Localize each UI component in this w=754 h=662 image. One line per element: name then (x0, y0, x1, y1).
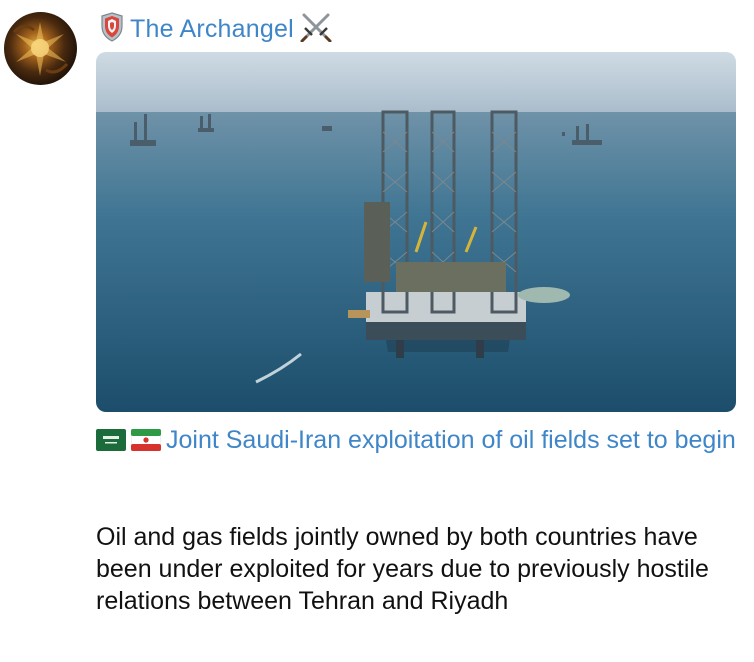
article-headline[interactable]: Joint Saudi-Iran exploitation of oil fie… (96, 424, 736, 460)
saudi-flag-icon (96, 427, 126, 460)
channel-avatar[interactable] (4, 12, 77, 85)
iran-flag-icon (130, 427, 162, 460)
channel-name[interactable]: The Archangel (130, 15, 294, 44)
post-photo[interactable] (96, 52, 736, 412)
post-body-text: Oil and gas fields jointly owned by both… (96, 523, 709, 615)
channel-post: The Archangel Joint Saudi-Iran exploitat… (0, 0, 754, 662)
crossed-swords-icon (300, 12, 332, 47)
headline-text[interactable]: Joint Saudi-Iran exploitation of oil fie… (166, 426, 736, 454)
post-header: The Archangel (100, 11, 332, 47)
shield-emoji-icon (100, 11, 124, 47)
